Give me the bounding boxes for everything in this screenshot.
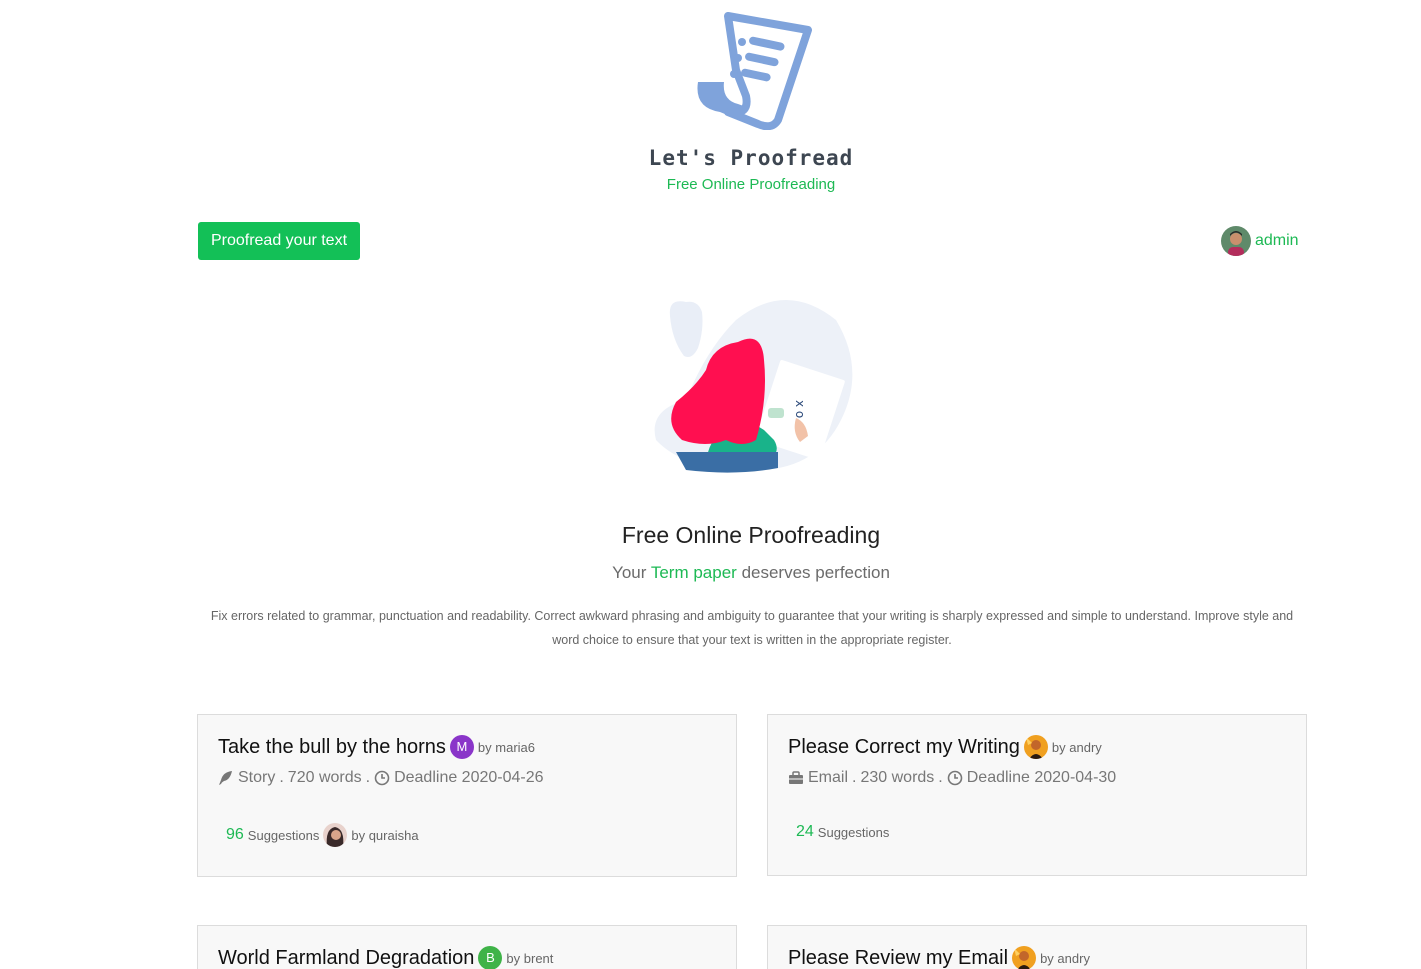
request-title-link[interactable]: Please Review my Email xyxy=(788,947,1008,969)
author-avatar: B xyxy=(478,946,503,969)
separator-dot: . xyxy=(852,769,857,786)
card-header: Please Correct my Writing by andry xyxy=(788,735,1102,759)
author-name: by andry xyxy=(1051,739,1102,755)
suggestions-label: Suggestions xyxy=(247,827,320,843)
brand-title: Let's Proofread xyxy=(648,146,854,170)
tagline-prefix: Your xyxy=(612,563,647,582)
proofreading-illustration: x o ↺ xyxy=(654,300,853,473)
suggester-avatar xyxy=(323,823,348,847)
author-avatar xyxy=(1012,946,1037,969)
suggester-name: by quraisha xyxy=(351,827,419,843)
tagline-highlight: Term paper xyxy=(650,563,737,582)
separator-dot: . xyxy=(279,769,284,786)
user-menu[interactable]: admin xyxy=(1221,226,1299,256)
suggestions-label: Suggestions xyxy=(817,824,890,840)
card-header: Please Review my Email by andry xyxy=(788,946,1090,969)
word-count: 230 words xyxy=(860,769,935,786)
briefcase-icon xyxy=(789,771,803,784)
request-type: Story xyxy=(238,769,276,786)
request-meta: Story . 720 words . Deadline 2020-04-26 xyxy=(218,769,544,787)
hero-title: Free Online Proofreading xyxy=(621,522,881,548)
author-avatar xyxy=(1023,735,1048,759)
request-type: Email xyxy=(808,769,849,786)
user-name: admin xyxy=(1255,232,1299,249)
proofread-your-text-button[interactable]: Proofread your text xyxy=(198,222,360,260)
tagline-suffix: deserves perfection xyxy=(741,563,890,582)
deadline: Deadline 2020-04-30 xyxy=(966,769,1117,786)
request-meta: Email . 230 words . Deadline 2020-04-30 xyxy=(788,769,1116,787)
clock-icon xyxy=(947,770,963,786)
clock-icon xyxy=(374,770,390,786)
author-name: by andry xyxy=(1040,950,1090,966)
suggestions-count: 24 xyxy=(796,823,814,840)
card-header: Take the bull by the horns M by maria6 xyxy=(218,735,535,759)
word-count: 720 words xyxy=(287,769,362,786)
author-name: by maria6 xyxy=(477,739,535,755)
logo-scroll-icon xyxy=(697,12,812,130)
card-header: World Farmland Degradation B by brent xyxy=(218,946,553,969)
separator-dot: . xyxy=(938,769,943,786)
request-card[interactable]: Please Correct my Writing by andry Email… xyxy=(767,714,1307,876)
hero-description: Fix errors related to grammar, punctuati… xyxy=(210,609,1294,647)
request-title-link[interactable]: Take the bull by the horns xyxy=(218,736,446,759)
author-name: by brent xyxy=(506,950,554,966)
hero-tagline: Your Term paper deserves perfection xyxy=(0,563,1421,583)
author-avatar: M xyxy=(449,735,474,759)
request-card[interactable]: Please Review my Email by andry xyxy=(767,925,1307,969)
deadline: Deadline 2020-04-26 xyxy=(394,769,544,786)
separator-dot: . xyxy=(365,769,371,786)
request-card[interactable]: Take the bull by the horns M by maria6 S… xyxy=(197,714,737,877)
suggestions-count: 96 xyxy=(226,826,244,843)
brand-subtitle: Free Online Proofreading xyxy=(666,176,836,193)
user-avatar xyxy=(1221,226,1251,256)
request-title-link[interactable]: World Farmland Degradation xyxy=(218,947,474,969)
suggestions-summary[interactable]: 24 Suggestions xyxy=(796,823,889,841)
feather-icon xyxy=(219,771,232,785)
request-title-link[interactable]: Please Correct my Writing xyxy=(788,736,1020,759)
request-card[interactable]: World Farmland Degradation B by brent xyxy=(197,925,737,969)
suggestions-summary[interactable]: 96 Suggestions by quraisha xyxy=(226,823,419,847)
